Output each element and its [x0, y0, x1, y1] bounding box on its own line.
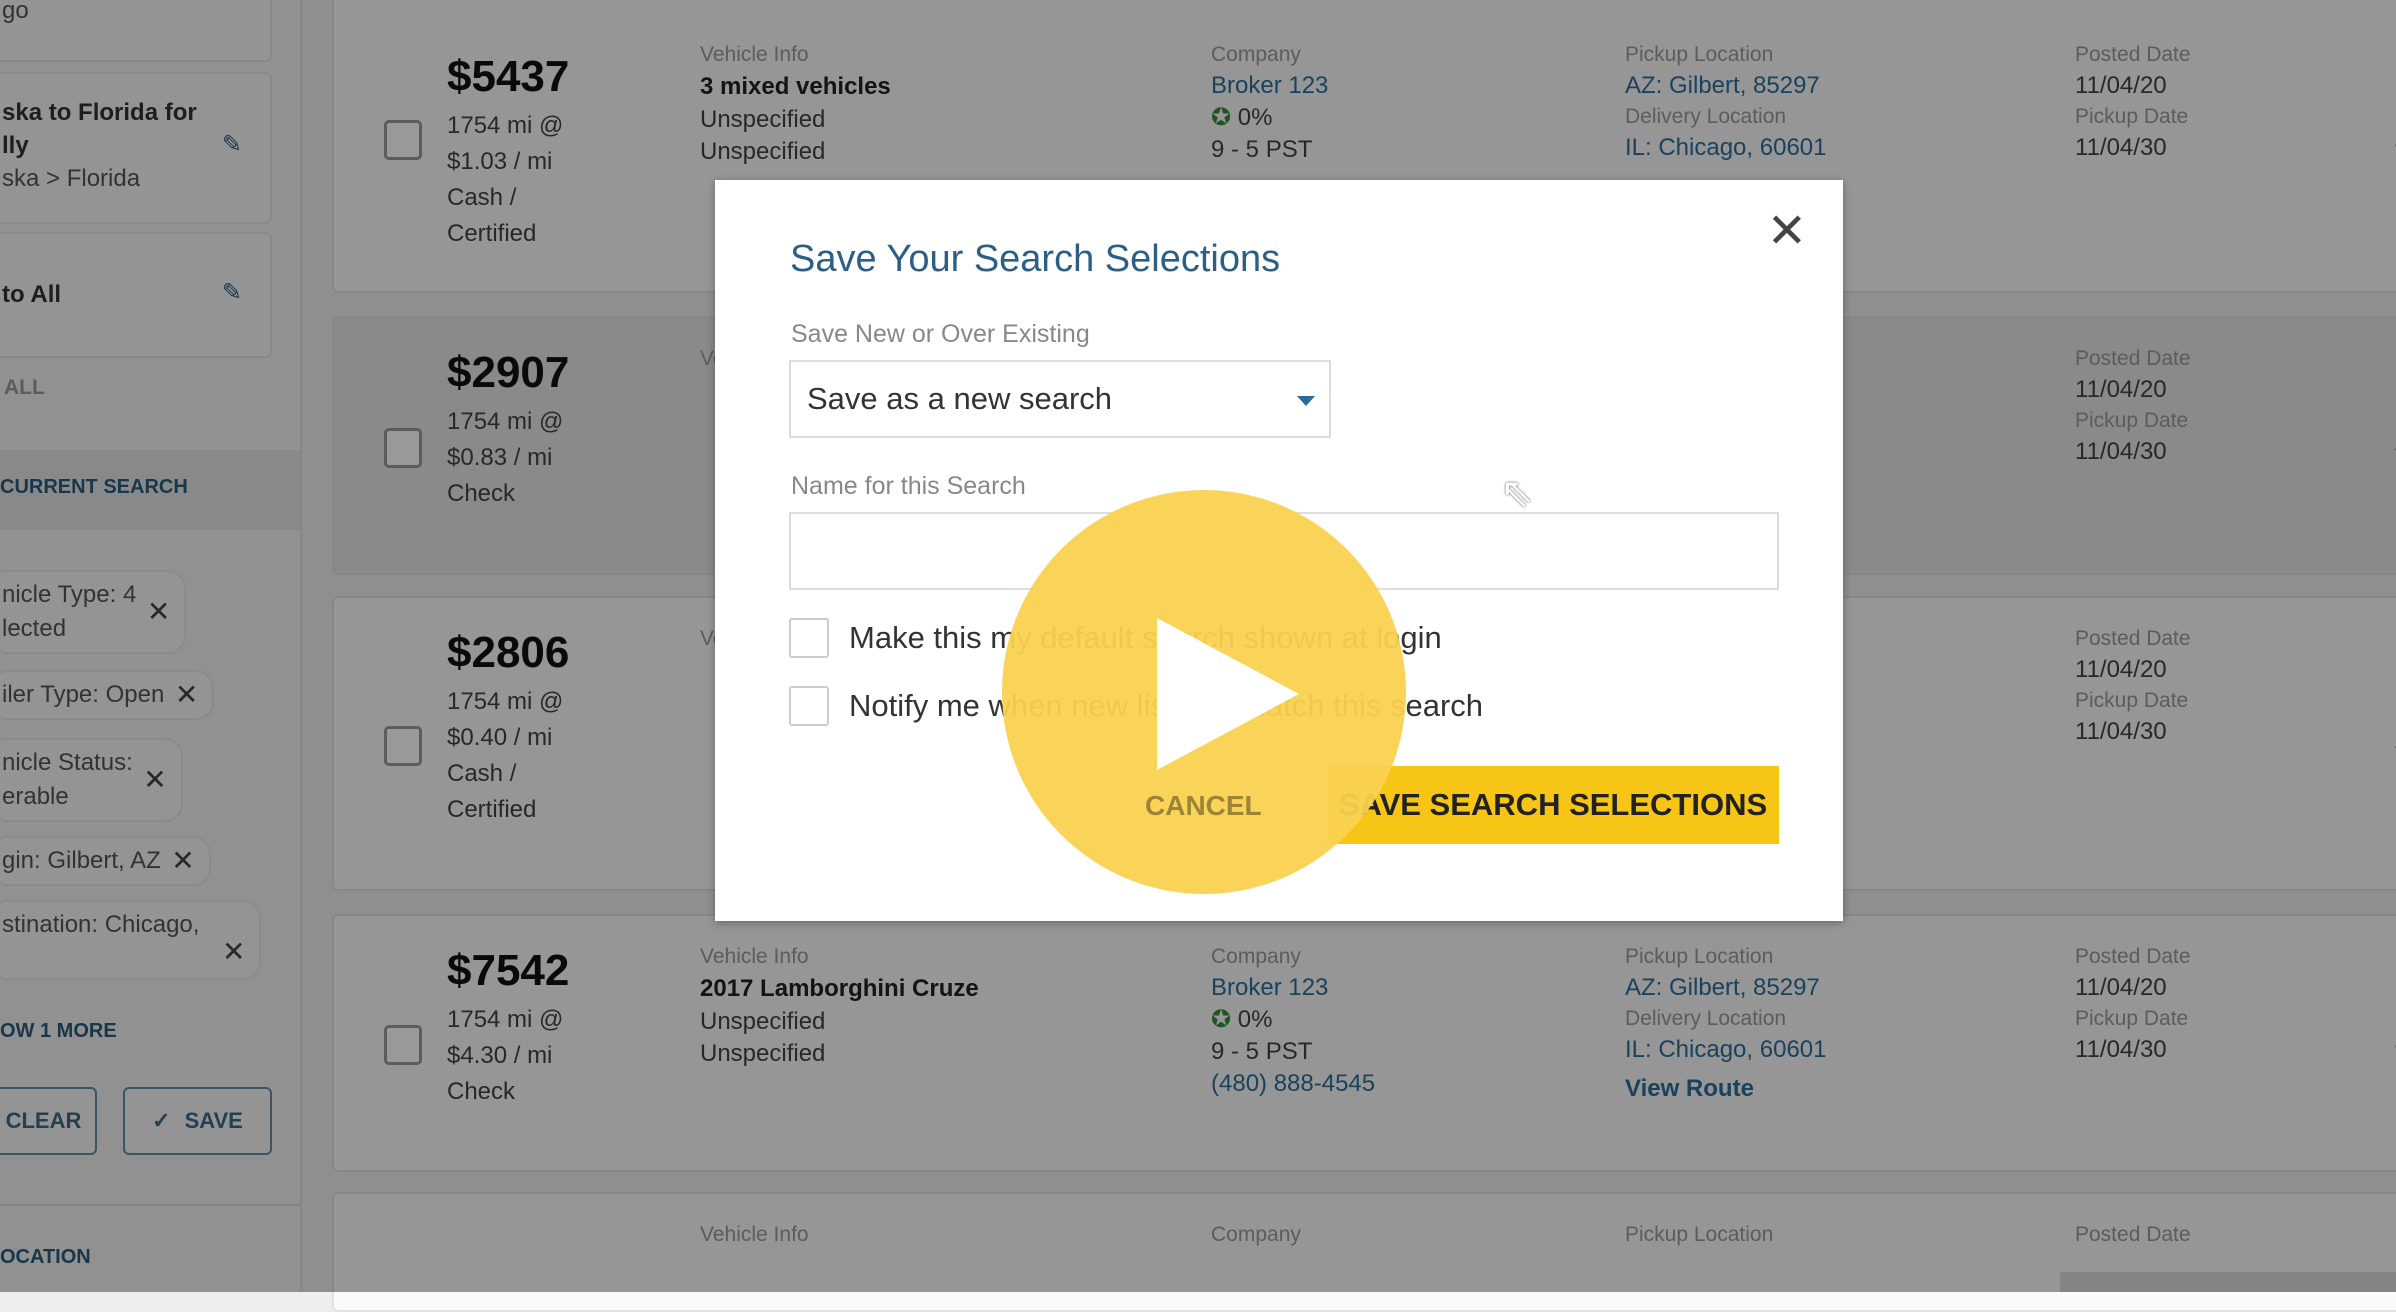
modal-title: Save Your Search Selections [790, 238, 1281, 280]
name-label: Name for this Search [791, 472, 1026, 500]
save-mode-label: Save New or Over Existing [791, 320, 1090, 348]
default-checkbox[interactable] [789, 618, 829, 658]
video-play-button[interactable] [1002, 490, 1406, 894]
close-icon[interactable]: ✕ [1767, 208, 1807, 256]
chevron-down-icon [1297, 396, 1315, 406]
cancel-button[interactable]: CANCEL [1145, 790, 1262, 822]
mouse-cursor-icon: ⇖ [1500, 471, 1534, 515]
notify-checkbox[interactable] [789, 686, 829, 726]
play-icon [1157, 618, 1299, 770]
save-search-selections-button[interactable]: SAVE SEARCH SELECTIONS [1327, 766, 1779, 844]
save-mode-select[interactable]: Save as a new search [789, 360, 1331, 438]
